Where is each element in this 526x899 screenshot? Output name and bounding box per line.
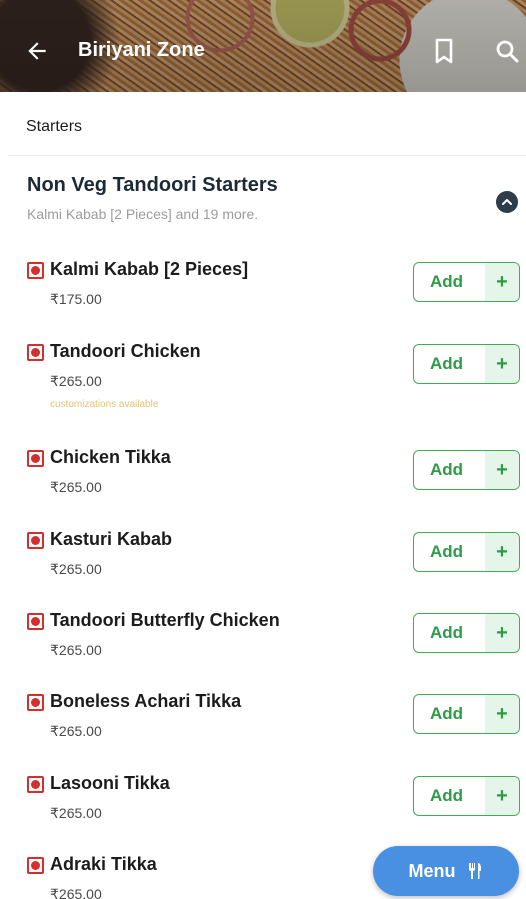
restaurant-title: Biriyani Zone (78, 39, 205, 61)
item-name: Lasooni Tikka (50, 773, 170, 793)
top-app-bar: Biriyani Zone (0, 26, 526, 78)
menu-item: Tandoori Chicken ₹265.00 customizations … (0, 341, 526, 421)
item-name: Chicken Tikka (50, 447, 171, 467)
add-button[interactable]: Add + (413, 694, 520, 734)
plus-icon: + (485, 695, 519, 733)
menu-item: Kasturi Kabab ₹265.00 Add + (0, 529, 526, 609)
category-label[interactable]: Starters (26, 118, 82, 136)
plus-icon: + (485, 451, 519, 489)
item-price: ₹265.00 (50, 642, 102, 658)
add-label: Add (429, 542, 464, 561)
add-button[interactable]: Add + (413, 262, 520, 302)
item-price: ₹265.00 (50, 479, 102, 495)
menu-button[interactable]: Menu (373, 846, 519, 896)
item-name: Tandoori Chicken (50, 341, 201, 361)
item-price: ₹265.00 (50, 723, 102, 739)
add-label: Add (429, 354, 464, 373)
item-price: ₹265.00 (50, 373, 102, 389)
non-veg-icon (27, 262, 44, 279)
add-button[interactable]: Add + (413, 344, 520, 384)
item-name: Adraki Tikka (50, 854, 157, 874)
chevron-up-icon (502, 199, 512, 205)
fork-knife-icon (468, 863, 481, 879)
bookmark-icon[interactable] (433, 38, 455, 64)
item-name: Kalmi Kabab [2 Pieces] (50, 259, 249, 279)
plus-icon: + (485, 533, 519, 571)
add-button[interactable]: Add + (413, 613, 520, 653)
add-label: Add (429, 460, 464, 479)
plus-icon: + (485, 614, 519, 652)
add-label: Add (429, 623, 464, 642)
item-name: Tandoori Butterfly Chicken (50, 610, 280, 630)
add-button[interactable]: Add + (413, 450, 520, 490)
add-label: Add (429, 786, 464, 805)
add-button[interactable]: Add + (413, 532, 520, 572)
item-price: ₹175.00 (50, 291, 102, 307)
non-veg-icon (27, 613, 44, 630)
add-label: Add (429, 272, 464, 291)
non-veg-icon (27, 857, 44, 874)
plus-icon: + (485, 345, 519, 383)
add-button[interactable]: Add + (413, 776, 520, 816)
menu-item: Kalmi Kabab [2 Pieces] ₹175.00 Add + (0, 259, 526, 339)
header-banner: Biriyani Zone (0, 0, 526, 92)
item-name: Boneless Achari Tikka (50, 691, 242, 711)
category-strip: Starters (8, 92, 526, 156)
plus-icon: + (485, 777, 519, 815)
item-price: ₹265.00 (50, 886, 102, 899)
non-veg-icon (27, 344, 44, 361)
search-icon[interactable] (494, 38, 520, 64)
non-veg-icon (27, 450, 44, 467)
add-label: Add (429, 704, 464, 723)
plus-icon: + (485, 263, 519, 301)
menu-item: Lasooni Tikka ₹265.00 Add + (0, 773, 526, 853)
item-price: ₹265.00 (50, 805, 102, 821)
back-arrow-icon[interactable] (24, 38, 50, 64)
collapse-section-button[interactable] (496, 191, 518, 213)
section-title[interactable]: Non Veg Tandoori Starters (27, 174, 278, 197)
item-price: ₹265.00 (50, 561, 102, 577)
menu-item: Chicken Tikka ₹265.00 Add + (0, 447, 526, 527)
customizations-note: customizations available (50, 399, 159, 410)
section-subtitle: Kalmi Kabab [2 Pieces] and 19 more. (27, 206, 259, 222)
non-veg-icon (27, 532, 44, 549)
menu-item: Boneless Achari Tikka ₹265.00 Add + (0, 691, 526, 771)
menu-item: Tandoori Butterfly Chicken ₹265.00 Add + (0, 610, 526, 690)
item-name: Kasturi Kabab (50, 529, 173, 549)
non-veg-icon (27, 694, 44, 711)
non-veg-icon (27, 776, 44, 793)
menu-label: Menu (408, 860, 456, 881)
